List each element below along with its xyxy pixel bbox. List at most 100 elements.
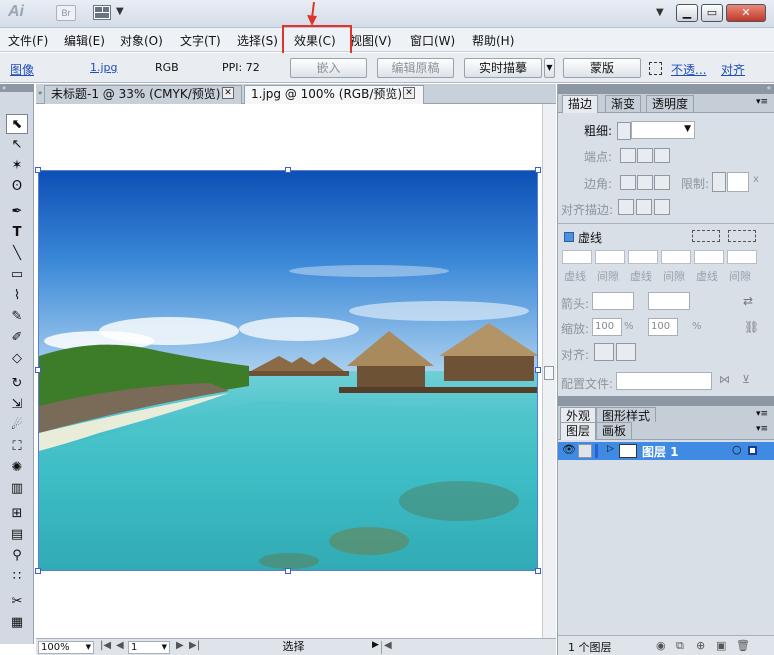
file-link[interactable]: 1.jpg xyxy=(90,61,118,74)
selection-handle[interactable] xyxy=(35,568,41,574)
locate-object-icon[interactable]: ◉ xyxy=(656,639,666,652)
eye-icon[interactable]: 👁 xyxy=(562,443,576,456)
next-page-icon[interactable]: ▶ xyxy=(176,640,184,651)
dash-field-3[interactable] xyxy=(694,250,724,264)
magic-wand-tool-icon[interactable]: ✶ xyxy=(6,156,28,176)
selection-handle[interactable] xyxy=(285,568,291,574)
miter-join-icon[interactable] xyxy=(620,175,636,190)
workspace-dropdown-icon[interactable]: ▼ xyxy=(656,7,664,18)
selection-handle[interactable] xyxy=(535,367,541,373)
slice-tool-icon[interactable]: ✂ xyxy=(6,592,28,612)
selection-handle[interactable] xyxy=(35,167,41,173)
selection-handle[interactable] xyxy=(285,167,291,173)
target-icon[interactable]: ○ xyxy=(732,443,742,456)
link-scale-icon[interactable]: ⛓ xyxy=(744,320,759,334)
symbol-sprayer-tool-icon[interactable]: ✺ xyxy=(6,458,28,478)
round-cap-icon[interactable] xyxy=(637,148,653,163)
weight-stepper[interactable] xyxy=(617,122,631,140)
graph-tool-icon[interactable]: ▥ xyxy=(6,479,28,499)
rotate-tool-icon[interactable]: ↻ xyxy=(6,374,28,394)
bridge-button[interactable]: Br xyxy=(56,5,76,21)
image-kind-link[interactable]: 图像 xyxy=(10,61,34,78)
make-clipping-mask-icon[interactable]: ⧉ xyxy=(676,639,684,653)
direct-selection-tool-icon[interactable]: ↖ xyxy=(6,135,28,155)
end-arrow-select[interactable] xyxy=(648,292,690,310)
square-cap-icon[interactable] xyxy=(654,148,670,163)
scroll-left-icon[interactable]: ◀ xyxy=(384,640,392,651)
layer-name[interactable]: 图层 1 xyxy=(642,443,679,460)
bevel-join-icon[interactable] xyxy=(654,175,670,190)
placed-image[interactable] xyxy=(38,170,538,571)
prev-page-icon[interactable]: ◀ xyxy=(116,640,124,651)
selection-handle[interactable] xyxy=(535,568,541,574)
mesh-tool-icon[interactable]: ⊞ xyxy=(6,504,28,524)
align-outside-icon[interactable] xyxy=(654,199,670,215)
menu-view[interactable]: 视图(V) xyxy=(350,32,392,49)
lasso-tool-icon[interactable]: ʘ xyxy=(6,177,28,197)
menu-select[interactable]: 选择(S) xyxy=(237,32,278,49)
collapse-icon[interactable]: » xyxy=(0,84,34,92)
weight-input[interactable]: ▼ xyxy=(631,121,695,139)
arrow-align-extend-icon[interactable] xyxy=(594,343,614,361)
menu-type[interactable]: 文字(T) xyxy=(180,32,221,49)
tab-untitled-1[interactable]: 未标题-1 @ 33% (CMYK/预览) xyxy=(44,85,242,104)
status-menu-icon[interactable]: ▶ xyxy=(372,640,379,650)
scroll-thumb[interactable] xyxy=(544,366,554,380)
lock-toggle[interactable] xyxy=(578,444,592,458)
profile-select[interactable] xyxy=(616,372,712,390)
rectangle-tool-icon[interactable]: ▭ xyxy=(6,265,28,285)
minimize-button[interactable]: ▁ xyxy=(676,4,698,22)
tab-artboards[interactable]: 画板 xyxy=(596,422,633,440)
tab-transparency[interactable]: 透明度 xyxy=(646,95,695,113)
opacity-link[interactable]: 不透... xyxy=(671,61,706,78)
menu-edit[interactable]: 编辑(E) xyxy=(64,32,105,49)
gap-field-3[interactable] xyxy=(727,250,757,264)
panel-menu-icon[interactable]: ▾≡ xyxy=(756,97,768,107)
type-tool-icon[interactable]: T xyxy=(6,223,28,243)
blob-brush-tool-icon[interactable]: ✐ xyxy=(6,328,28,348)
flip-along-icon[interactable]: ⊻ xyxy=(742,373,750,386)
transform-icon[interactable] xyxy=(649,62,662,75)
close-button[interactable]: ✕ xyxy=(726,4,766,22)
pen-tool-icon[interactable]: ✒ xyxy=(6,202,28,222)
butt-cap-icon[interactable] xyxy=(620,148,636,163)
tab-gradient[interactable]: 渐变 xyxy=(605,95,642,113)
selection-handle[interactable] xyxy=(35,367,41,373)
eyedropper-tool-icon[interactable]: ⚲ xyxy=(6,546,28,566)
eraser-tool-icon[interactable]: ◇ xyxy=(6,349,28,369)
live-trace-dropdown[interactable]: ▼ xyxy=(544,58,555,78)
dash-align-icon[interactable] xyxy=(728,230,756,242)
tab-stroke[interactable]: 描边 xyxy=(562,95,599,113)
line-tool-icon[interactable]: ╲ xyxy=(6,244,28,264)
first-page-icon[interactable]: |◀ xyxy=(100,640,111,651)
gap-field-1[interactable] xyxy=(595,250,625,264)
limit-stepper[interactable] xyxy=(712,172,726,192)
start-arrow-select[interactable] xyxy=(592,292,634,310)
gradient-tool-icon[interactable]: ▤ xyxy=(6,525,28,545)
maximize-button[interactable]: ▭ xyxy=(701,4,723,22)
panel-menu-icon[interactable]: ▾≡ xyxy=(756,409,768,419)
edit-original-button[interactable]: 编辑原稿 xyxy=(377,58,454,78)
selection-tool-icon[interactable]: ⬉ xyxy=(6,114,28,134)
dash-preserve-icon[interactable] xyxy=(692,230,720,242)
align-inside-icon[interactable] xyxy=(636,199,652,215)
page-select[interactable]: 1 ▼ xyxy=(128,641,170,654)
arrow-align-place-icon[interactable] xyxy=(616,343,636,361)
embed-button[interactable]: 嵌入 xyxy=(290,58,367,78)
arrange-documents-icon[interactable] xyxy=(93,5,111,20)
menu-window[interactable]: 窗口(W) xyxy=(410,32,455,49)
scale-tool-icon[interactable]: ⇲ xyxy=(6,395,28,415)
blend-tool-icon[interactable]: ∷ xyxy=(6,567,28,587)
mask-button[interactable]: 蒙版 xyxy=(563,58,641,78)
live-trace-button[interactable]: 实时描摹 xyxy=(464,58,542,78)
align-link[interactable]: 对齐 xyxy=(721,61,745,78)
zoom-select[interactable]: 100% ▼ xyxy=(38,641,94,654)
menu-object[interactable]: 对象(O) xyxy=(120,32,163,49)
limit-input[interactable] xyxy=(727,172,749,192)
panel-menu-icon[interactable]: ▾≡ xyxy=(756,424,768,434)
flip-across-icon[interactable]: ⋈ xyxy=(719,373,730,386)
dashed-checkbox[interactable] xyxy=(564,232,574,242)
new-layer-icon[interactable]: ▣ xyxy=(716,639,726,652)
expand-triangle-icon[interactable]: ▷ xyxy=(607,444,614,454)
menu-help[interactable]: 帮助(H) xyxy=(472,32,514,49)
